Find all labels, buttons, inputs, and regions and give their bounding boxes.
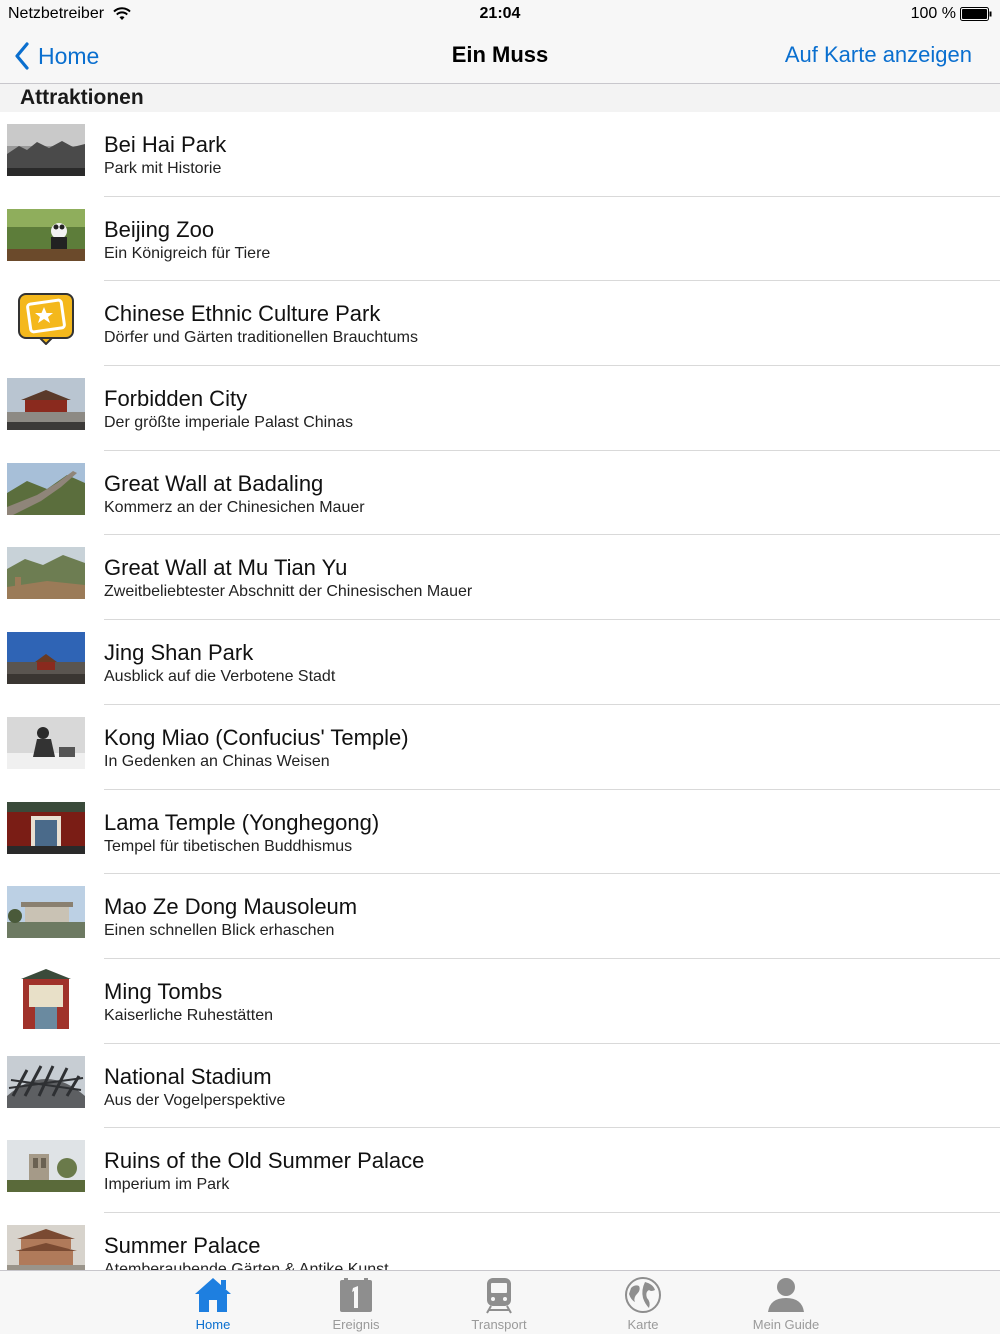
list-item[interactable]: Great Wall at Mu Tian Yu Zweitbeliebtest… <box>0 535 1000 620</box>
tab-label: Karte <box>627 1317 659 1332</box>
section-title: Attraktionen <box>20 86 144 109</box>
item-title: Chinese Ethnic Culture Park <box>104 301 381 327</box>
thumbnail-image <box>7 886 85 939</box>
show-on-map-button[interactable]: Auf Karte anzeigen <box>785 42 972 68</box>
tab-label: Mein Guide <box>752 1317 820 1332</box>
item-subtitle: In Gedenken an Chinas Weisen <box>104 752 330 770</box>
item-title: Summer Palace <box>104 1232 261 1258</box>
item-subtitle: Ausblick auf die Verbotene Stadt <box>104 668 336 686</box>
thumbnail-image <box>7 547 85 600</box>
item-subtitle: Kaiserliche Ruhestätten <box>104 1006 273 1024</box>
thumbnail-image <box>7 801 85 854</box>
train-icon <box>486 1278 512 1314</box>
item-subtitle: Dörfer und Gärten traditionellen Braucht… <box>104 329 418 347</box>
list-item[interactable]: Ming Tombs Kaiserliche Ruhestätten <box>0 959 1000 1044</box>
thumbnail-image <box>7 632 85 685</box>
item-title: Kong Miao (Confucius' Temple) <box>104 724 409 750</box>
list-item[interactable]: Chinese Ethnic Culture Park Dörfer und G… <box>0 281 1000 366</box>
thumbnail-image <box>7 124 85 176</box>
item-title: Forbidden City <box>104 386 248 412</box>
item-title: Bei Hai Park <box>104 132 227 157</box>
item-subtitle: Imperium im Park <box>104 1176 230 1194</box>
list-item[interactable]: Mao Ze Dong Mausoleum Einen schnellen Bl… <box>0 874 1000 959</box>
item-subtitle: Der größte imperiale Palast Chinas <box>104 414 353 432</box>
list-item[interactable]: Bei Hai Park Park mit Historie <box>0 112 1000 197</box>
item-title: Ruins of the Old Summer Palace <box>104 1148 425 1174</box>
tab-ereignis[interactable]: Ereignis <box>296 1271 416 1334</box>
tab-bar: Home Ereignis Transport Karte Mein Guide <box>0 1270 1000 1334</box>
item-subtitle: Zweitbeliebtester Abschnitt der Chinesis… <box>104 583 473 601</box>
calendar-icon <box>340 1278 372 1312</box>
list-item[interactable]: Lama Temple (Yonghegong) Tempel für tibe… <box>0 790 1000 875</box>
tab-mein-guide[interactable]: Mein Guide <box>726 1271 846 1334</box>
item-subtitle: Aus der Vogelperspektive <box>104 1091 286 1109</box>
list-item[interactable]: Beijing Zoo Ein Königreich für Tiere <box>0 197 1000 282</box>
tab-label: Home <box>195 1317 231 1332</box>
item-title: National Stadium <box>104 1063 272 1089</box>
placeholder-badge-icon <box>7 293 85 346</box>
battery-percent: 100 % <box>910 5 956 22</box>
item-subtitle: Kommerz an der Chinesichen Mauer <box>104 498 365 516</box>
item-title: Great Wall at Badaling <box>104 470 324 496</box>
item-subtitle: Ein Königreich für Tiere <box>104 244 271 262</box>
thumbnail-image <box>7 1055 85 1108</box>
person-icon <box>768 1278 804 1312</box>
home-icon <box>195 1278 231 1312</box>
thumbnail-image <box>7 208 85 261</box>
item-title: Lama Temple (Yonghegong) <box>104 809 380 835</box>
item-title: Mao Ze Dong Mausoleum <box>104 894 358 920</box>
list-item[interactable]: Ruins of the Old Summer Palace Imperium … <box>0 1128 1000 1213</box>
thumbnail-image <box>7 1224 85 1270</box>
section-header: Attraktionen <box>0 84 1000 112</box>
tab-label: Transport <box>471 1317 527 1332</box>
item-subtitle: Park mit Historie <box>104 160 222 177</box>
list-item[interactable]: National Stadium Aus der Vogelperspektiv… <box>0 1044 1000 1129</box>
thumbnail-image <box>7 716 85 769</box>
thumbnail-image <box>7 962 85 1035</box>
item-subtitle: Einen schnellen Blick erhaschen <box>104 922 335 940</box>
globe-icon <box>625 1277 661 1313</box>
item-subtitle: Tempel für tibetischen Buddhismus <box>104 837 353 855</box>
tab-transport[interactable]: Transport <box>439 1271 559 1334</box>
status-bar: Netzbetreiber 21:04 100 % <box>0 0 1000 28</box>
thumbnail-image <box>7 1140 85 1193</box>
tab-home[interactable]: Home <box>153 1271 273 1334</box>
tab-label: Ereignis <box>332 1317 380 1332</box>
thumbnail-image <box>7 378 85 431</box>
item-subtitle: Atemberaubende Gärten & Antike Kunst <box>104 1260 389 1270</box>
list-item[interactable]: Jing Shan Park Ausblick auf die Verboten… <box>0 620 1000 705</box>
list-item[interactable]: Summer Palace Atemberaubende Gärten & An… <box>0 1213 1000 1270</box>
item-title: Jing Shan Park <box>104 640 254 666</box>
tab-karte[interactable]: Karte <box>583 1271 703 1334</box>
thumbnail-image <box>7 462 85 515</box>
list-item[interactable]: Forbidden City Der größte imperiale Pala… <box>0 366 1000 451</box>
item-title: Beijing Zoo <box>104 216 215 242</box>
navigation-bar: Home Ein Muss Auf Karte anzeigen <box>0 28 1000 84</box>
item-title: Ming Tombs <box>104 978 223 1004</box>
battery-icon <box>960 7 992 21</box>
list-item[interactable]: Kong Miao (Confucius' Temple) In Gedenke… <box>0 705 1000 790</box>
status-time: 21:04 <box>479 5 521 22</box>
attraction-list[interactable]: Bei Hai Park Park mit Historie Beijing Z… <box>0 112 1000 1270</box>
item-title: Great Wall at Mu Tian Yu <box>104 555 348 581</box>
list-item[interactable]: Great Wall at Badaling Kommerz an der Ch… <box>0 451 1000 536</box>
